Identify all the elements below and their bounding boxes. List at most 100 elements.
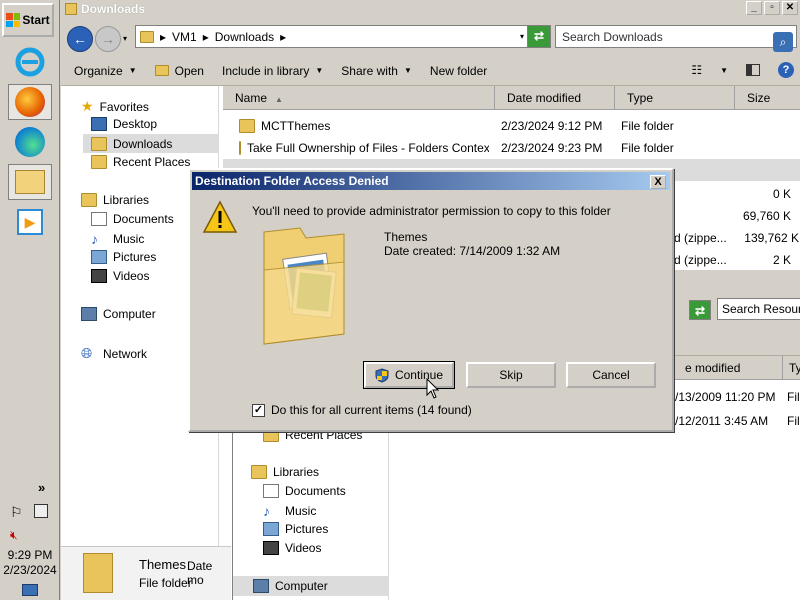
new-folder-button[interactable]: New folder (430, 64, 487, 78)
history-dropdown-icon[interactable]: ▾ (123, 34, 127, 43)
preview-pane-icon[interactable] (746, 64, 760, 76)
column-date-modified[interactable]: Date modified (495, 86, 615, 110)
search-input[interactable]: Search Downloads ⌕ (555, 25, 797, 52)
item-date-created: Date created: 7/14/2009 1:32 AM (384, 244, 561, 258)
nav-downloads[interactable]: Downloads (83, 134, 219, 153)
breadcrumb-vm1[interactable]: VM1 (172, 30, 197, 44)
chevron-down-icon: ▼ (128, 66, 137, 75)
network-icon[interactable] (34, 504, 48, 518)
start-button[interactable]: Start (2, 3, 54, 37)
checkbox-checked-icon[interactable]: ✓ (252, 403, 265, 417)
sort-up-icon: ▲ (275, 95, 283, 104)
details-pane: Themes Date mo File folder (61, 546, 231, 600)
volume-muted-icon[interactable]: 🔇︎ (10, 528, 18, 543)
item-name: Themes (384, 230, 428, 244)
back-button[interactable]: ← (67, 26, 93, 52)
nav-libraries[interactable]: Libraries (81, 193, 149, 207)
folder-icon (140, 30, 154, 43)
cancel-button[interactable]: Cancel (566, 362, 656, 388)
chevron-down-icon[interactable]: ▼ (720, 66, 728, 75)
nav-pictures[interactable]: Pictures (91, 250, 156, 264)
column-size[interactable]: Size (735, 86, 800, 110)
internet-explorer-icon[interactable] (8, 44, 52, 80)
uac-shield-icon (375, 367, 389, 383)
open-button[interactable]: Open (154, 64, 204, 78)
column-date-modified[interactable]: e modified (673, 356, 783, 380)
table-row[interactable]: MCTThemes 2/23/2024 9:12 PM File folder (223, 115, 800, 137)
refresh-button[interactable]: ⇄ (527, 25, 551, 48)
nav-computer[interactable]: Computer (81, 307, 156, 321)
dialog-titlebar[interactable]: Destination Folder Access Denied X (192, 172, 670, 190)
folder-icon (65, 3, 77, 15)
tray-expand-button[interactable]: » (38, 480, 45, 495)
column-type[interactable]: Ty (783, 356, 800, 380)
nav-network[interactable]: 🌐︎ Network (81, 345, 147, 362)
share-with-menu[interactable]: Share with ▼ (341, 64, 412, 78)
edge-icon[interactable] (8, 124, 52, 160)
table-row[interactable]: Take Full Ownership of Files - Folders C… (223, 137, 800, 159)
computer-icon (253, 579, 269, 593)
nav-libraries[interactable]: Libraries (251, 465, 319, 479)
minimize-button[interactable]: _ (746, 1, 762, 15)
network-globe-icon: 🌐︎ (81, 345, 93, 361)
address-field[interactable]: ▸ VM1 ▸ Downloads ▸ ▾ (135, 25, 531, 48)
column-type[interactable]: Type (615, 86, 735, 110)
nav-documents[interactable]: Documents (263, 484, 346, 498)
organize-menu[interactable]: Organize ▼ (74, 64, 137, 78)
breadcrumb-downloads[interactable]: Downloads (215, 30, 274, 44)
apply-to-all-checkbox[interactable]: ✓ Do this for all current items (14 foun… (252, 403, 472, 417)
skip-button[interactable]: Skip (466, 362, 556, 388)
dialog-close-button[interactable]: X (650, 175, 666, 189)
column-headers: Name ▲ Date modified Type Size (223, 86, 800, 110)
address-dropdown-icon[interactable]: ▾ (520, 32, 524, 41)
open-folder-icon (154, 65, 169, 76)
maximize-button[interactable]: ▫ (764, 1, 780, 15)
warning-icon (202, 200, 238, 233)
chevron-down-icon: ▼ (403, 66, 412, 75)
dialog-message: You'll need to provide administrator per… (252, 204, 611, 218)
explorer-titlebar[interactable]: Downloads _ ▫ ✕ (61, 0, 800, 20)
desktop-icon (91, 117, 107, 131)
nav-desktop[interactable]: Desktop (91, 117, 157, 131)
nav-favorites[interactable]: ★ Favorites (81, 98, 149, 115)
media-player-icon[interactable]: ▶ (8, 204, 52, 240)
help-icon[interactable]: ? (778, 62, 794, 78)
pictures-icon (91, 250, 107, 264)
column-name[interactable]: Name ▲ (223, 86, 495, 110)
videos-icon (91, 269, 107, 283)
continue-button[interactable]: Continue (363, 361, 455, 389)
documents-icon (263, 484, 279, 498)
nav-videos[interactable]: Videos (91, 269, 149, 283)
forward-button[interactable]: → (95, 26, 121, 52)
folder-thumbnail-icon (83, 553, 113, 593)
search-icon[interactable]: ⌕ (773, 32, 793, 52)
libraries-icon (251, 465, 267, 479)
nav-music[interactable]: ♪ Music (91, 231, 144, 247)
file-explorer-icon[interactable] (8, 164, 52, 200)
music-icon: ♪ (263, 503, 270, 519)
firefox-icon[interactable] (8, 84, 52, 120)
nav-computer[interactable]: Computer (233, 576, 389, 596)
nav-videos[interactable]: Videos (263, 541, 321, 555)
nav-pictures[interactable]: Pictures (263, 522, 328, 536)
include-in-library-menu[interactable]: Include in library ▼ (222, 64, 323, 78)
command-bar: Organize ▼ Open Include in library ▼ Share… (61, 56, 800, 86)
nav-recent-places[interactable]: Recent Places (91, 155, 190, 169)
videos-icon (263, 541, 279, 555)
refresh-button[interactable]: ⇄ (689, 300, 711, 320)
recent-places-icon (91, 155, 107, 169)
nav-documents[interactable]: Documents (91, 212, 174, 226)
nav-music[interactable]: ♪ Music (263, 503, 316, 519)
show-desktop-icon[interactable] (22, 584, 38, 596)
action-center-flag-icon[interactable]: ⚐ (10, 504, 23, 521)
computer-icon (81, 307, 97, 321)
documents-icon (91, 212, 107, 226)
search-input[interactable]: Search Resourc (717, 298, 800, 320)
close-button[interactable]: ✕ (782, 1, 798, 15)
change-view-icon[interactable]: ☷ (691, 63, 702, 77)
libraries-icon (81, 193, 97, 207)
windows-logo-icon (6, 13, 21, 27)
system-clock[interactable]: 9:29 PM 2/23/2024 (0, 548, 60, 578)
address-bar-area: ← → ▾ ▸ VM1 ▸ Downloads ▸ ▾ ⇄ Search Dow… (61, 20, 800, 56)
downloads-folder-icon (91, 136, 107, 151)
